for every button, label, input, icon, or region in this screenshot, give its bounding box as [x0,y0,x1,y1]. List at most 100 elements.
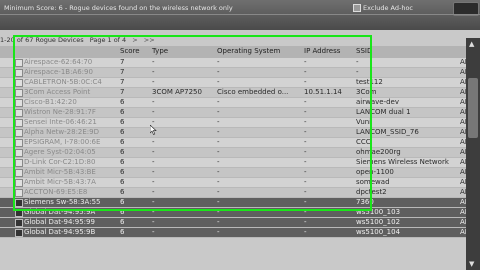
row-checkbox[interactable] [15,109,23,117]
cell-ip: - [304,228,307,236]
table-row[interactable]: Airespace-1B:A6:90 7- - - - AP [0,68,480,78]
table-row[interactable]: Ambit Micr-5B:43:BE 6- - - open-1100 AP [0,168,480,178]
table-header: Score Type Operating System IP Address S… [0,46,480,58]
row-checkbox[interactable] [15,139,23,147]
cell-ip: - [304,178,307,186]
vertical-scrollbar[interactable]: ▲ ▼ [466,38,480,270]
table-row[interactable]: D-Link Cor-C2:1D:80 6 - - - Siemens Wireless … [0,158,480,168]
cell-score: 6 [120,158,125,166]
cell-name[interactable]: Global Dat-94:95:99 [24,218,124,227]
table-row[interactable]: Alpha Netw-28:2E:9D6---LANCOM_SSID_76AP [0,128,480,138]
row-checkbox[interactable] [15,179,23,187]
cell-name[interactable]: Global Dat-94:95:9B [24,228,124,237]
cell-type: - [152,208,155,216]
row-checkbox[interactable] [15,99,23,107]
cell-type: - [152,128,212,137]
table-row[interactable]: ACCTON-69:E5:E8 6- - - dpctest2 AP [0,188,480,198]
cell-score: 6 [120,118,125,126]
cell-name[interactable]: Airespace-1B:A6:90 [24,68,124,77]
page-indicator: Page 1 of 4 [89,36,127,44]
cell-type: - [152,138,155,146]
cell-name[interactable]: Wistron Ne-28:91:7F [24,108,124,117]
table-row[interactable]: 3Com Access Point 7 3COM AP7250 Cisco embed… [0,88,480,98]
row-checkbox[interactable] [15,129,23,137]
cell-name[interactable]: Agere Syst-02:04:05 [24,148,124,157]
table-row[interactable]: Airespace-62:64:70 7- - - - AP [0,58,480,68]
cell-ssid: 3Com [356,88,377,96]
row-checkbox[interactable] [15,169,23,177]
cell-type: - [152,78,155,86]
column-header-score[interactable]: Score [120,47,148,55]
table-row[interactable]: Cisco-B1:42:20 6- - - airwave-dev AP [0,98,480,108]
table-row[interactable]: Wistron Ne-28:91:7F 6- - - LANCOM dual 1 AP [0,108,480,118]
table-row[interactable]: EPSIGRAM, I-78:00:6E 6- - - CCC AP [0,138,480,148]
row-checkbox[interactable] [15,189,23,197]
column-header-ip[interactable]: IP Address [304,47,356,55]
row-checkbox[interactable] [15,89,23,97]
cell-ssid: - [356,68,359,76]
cell-score: 6 [120,198,125,206]
cell-ip: - [304,58,307,66]
next-page-button[interactable]: > [132,36,137,44]
cell-name[interactable]: Siemens Sw-58:3A:55 [24,198,124,207]
table-row[interactable]: Siemens Sw-58:3A:55 6- - -7360 AP [0,198,480,208]
row-checkbox[interactable] [15,199,23,207]
cell-os: - [217,138,220,146]
cell-score: 6 [120,98,125,106]
column-header-ssid[interactable]: SSID [356,47,458,55]
scroll-down-icon[interactable]: ▼ [469,260,477,268]
cell-name[interactable]: CABLETRON-5B:0C:C4 [24,78,124,87]
cell-ssid: ohmae200rg [356,148,401,156]
cell-name[interactable]: Alpha Netw-28:2E:9D [24,128,124,137]
scroll-thumb[interactable] [468,78,478,138]
column-header-os[interactable]: Operating System [217,47,299,55]
exclude-adhoc-checkbox[interactable] [353,4,361,12]
cell-name[interactable]: Ambit Micr-5B:43:7A [24,178,124,187]
table-row[interactable]: Ambit Micr-5B:43:7A 6- - - somewad AP [0,178,480,188]
row-checkbox[interactable] [15,69,23,77]
cell-name[interactable]: Airespace-62:64:70 [24,58,124,67]
cell-os: - [217,178,220,186]
table-row[interactable]: Global Dat-94:95:9A 6- - - ws5100_103 AP [0,208,480,218]
column-header-type[interactable]: Type [152,47,212,55]
table-row[interactable]: Sensei Inte-06:46:21 6- - - Vuni AP [0,118,480,128]
cell-os: - [217,78,220,86]
cell-name[interactable]: EPSIGRAM, I-78:00:6E [24,138,124,147]
cell-os: - [217,98,220,106]
cell-os: - [217,168,220,176]
table-row[interactable]: CABLETRON-5B:0C:C4 7- - - test112 AP [0,78,480,88]
row-checkbox[interactable] [15,79,23,87]
cell-name[interactable]: Ambit Micr-5B:43:BE [24,168,124,177]
cell-ssid: open-1100 [356,168,394,176]
cell-name[interactable]: 3Com Access Point [24,88,124,97]
table-row[interactable]: Agere Syst-02:04:05 6- - - ohmae200rg AP [0,148,480,158]
cell-os: Cisco embedded o... [217,88,289,96]
cell-type: - [152,178,155,186]
row-checkbox[interactable] [15,219,23,227]
cell-ssid: dpctest2 [356,188,387,196]
row-checkbox[interactable] [15,159,23,167]
cell-type: - [152,148,155,156]
cell-os: - [217,108,220,116]
cell-ssid: ws5100_102 [356,218,401,226]
cell-name[interactable]: D-Link Cor-C2:1D:80 [24,158,124,167]
cell-score: 6 [120,218,125,226]
table-row[interactable]: Global Dat-94:95:99 6- - - ws5100_102 AP [0,218,480,228]
cell-score: 6 [120,108,125,116]
cell-name[interactable]: ACCTON-69:E5:E8 [24,188,124,197]
cell-name[interactable]: Cisco-B1:42:20 [24,98,124,107]
scroll-up-icon[interactable]: ▲ [469,40,477,48]
cell-name[interactable]: Global Dat-94:95:9A [24,208,124,217]
row-checkbox[interactable] [15,149,23,157]
row-checkbox[interactable] [15,209,23,217]
last-page-button[interactable]: >> [144,36,155,44]
cell-ip: - [304,218,307,226]
cell-ip: - [304,68,307,76]
minimum-score-filter[interactable]: Minimum Score: 6 - Rogue devices found o… [4,4,233,12]
row-checkbox[interactable] [15,59,23,67]
row-checkbox[interactable] [15,229,23,237]
row-checkbox[interactable] [15,119,23,127]
table-row[interactable]: Global Dat-94:95:9B 6- - - ws5100_104 AP [0,228,480,238]
cell-name[interactable]: Sensei Inte-06:46:21 [24,118,124,127]
exclude-adhoc-option[interactable]: Exclude Ad-hoc [353,4,413,12]
